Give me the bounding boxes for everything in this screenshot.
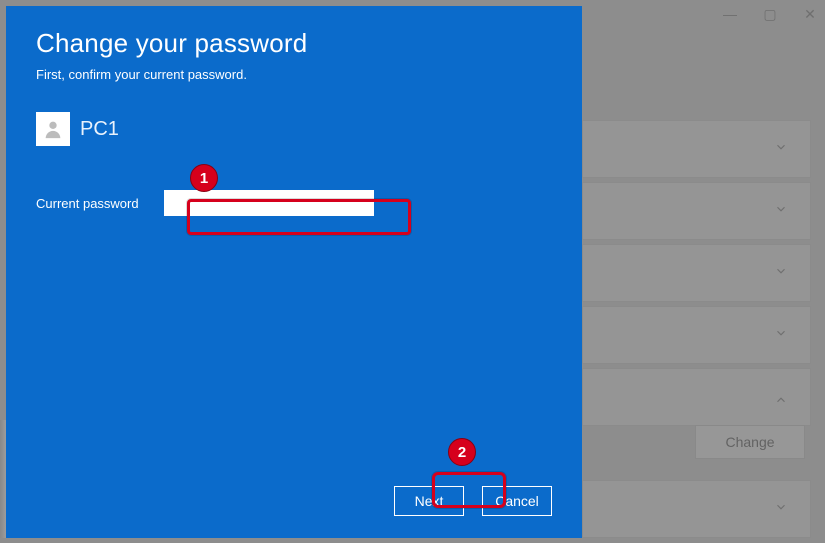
chevron-down-icon: [774, 202, 788, 221]
list-item[interactable]: [582, 182, 811, 240]
close-icon[interactable]: ✕: [801, 6, 819, 23]
list-item[interactable]: [582, 306, 811, 364]
annotation-badge-2: 2: [448, 438, 476, 466]
user-name: PC1: [80, 118, 119, 141]
list-item[interactable]: [582, 244, 811, 302]
maximize-icon[interactable]: ▢: [761, 6, 779, 23]
chevron-down-icon: [774, 326, 788, 345]
list-item[interactable]: [582, 480, 811, 538]
current-password-label: Current password: [36, 196, 146, 211]
change-password-dialog: Change your password First, confirm your…: [6, 6, 582, 538]
list-item[interactable]: [582, 368, 811, 426]
cancel-button[interactable]: Cancel: [482, 486, 552, 516]
minimize-icon[interactable]: —: [721, 6, 739, 23]
next-button[interactable]: Next: [394, 486, 464, 516]
dialog-title: Change your password: [36, 28, 552, 59]
user-icon: [42, 118, 64, 140]
user-identity: PC1: [36, 112, 552, 146]
current-password-input[interactable]: [162, 188, 376, 218]
dialog-subtitle: First, confirm your current password.: [36, 67, 552, 82]
chevron-down-icon: [774, 500, 788, 519]
chevron-down-icon: [774, 264, 788, 283]
list-item[interactable]: [582, 120, 811, 178]
avatar: [36, 112, 70, 146]
chevron-down-icon: [774, 140, 788, 159]
chevron-up-icon: [774, 388, 788, 407]
window-controls: — ▢ ✕: [721, 6, 819, 23]
change-button[interactable]: Change: [695, 425, 805, 459]
background-option-list: [582, 120, 811, 542]
